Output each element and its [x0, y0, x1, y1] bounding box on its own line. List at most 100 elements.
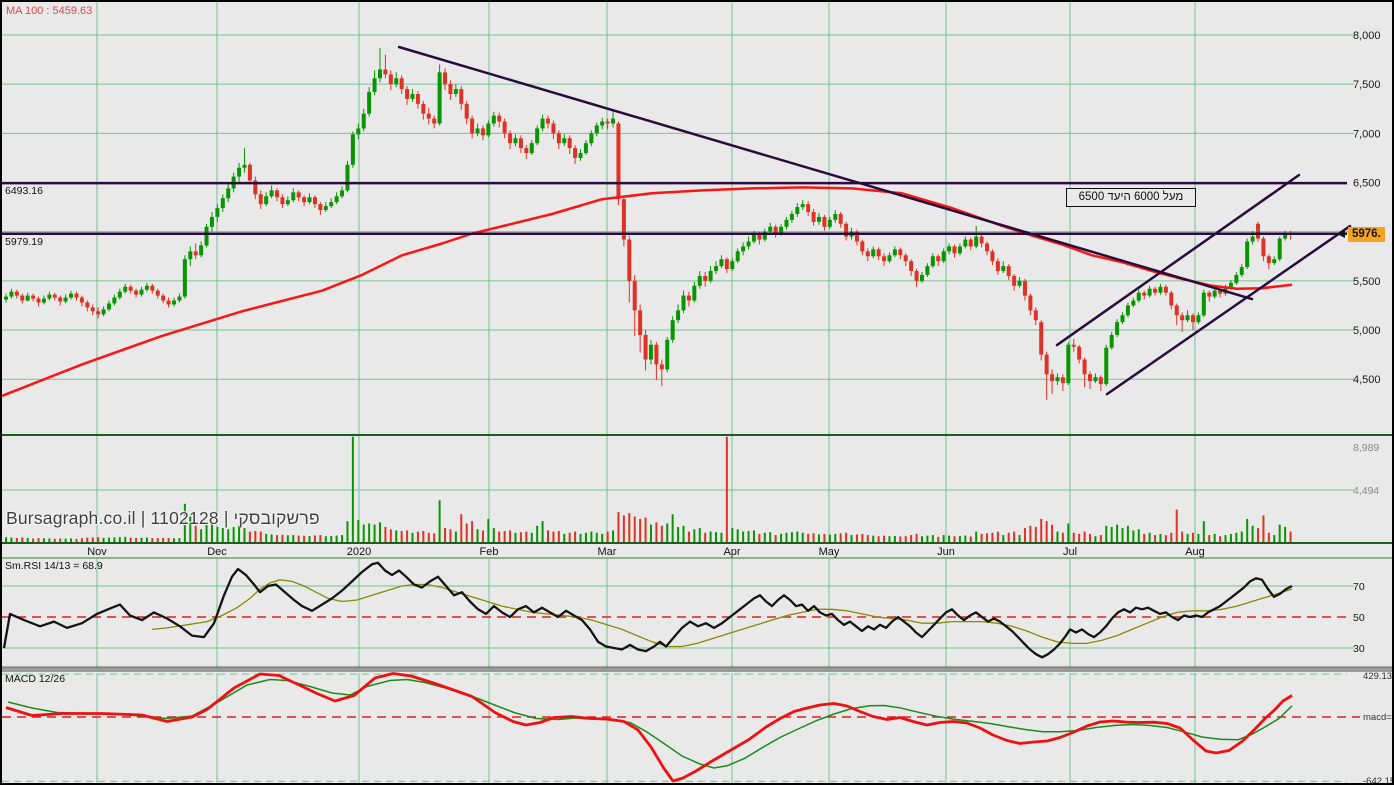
candle-body [269, 190, 274, 197]
candle-body [1277, 238, 1282, 260]
candle-body [237, 167, 242, 177]
candle-body [800, 204, 805, 208]
candle-body [312, 197, 317, 205]
candle-body [746, 241, 751, 247]
candle-body [817, 216, 821, 222]
candle-body [1039, 322, 1044, 355]
candle-body [356, 128, 361, 135]
candle-body [632, 280, 637, 311]
candle-body [134, 290, 139, 295]
descending-resistance [397, 45, 1254, 301]
candle-body [1136, 292, 1141, 301]
candle-body [388, 74, 393, 85]
price-axis-label: 5,000 [1353, 325, 1381, 337]
candle-body [784, 219, 789, 227]
candle-body [264, 196, 269, 205]
candle-body [681, 295, 686, 311]
candle-body [1098, 377, 1103, 385]
candle-body [1266, 256, 1271, 264]
candle-body [562, 138, 567, 144]
candle-body [1050, 374, 1055, 382]
candle-body [172, 300, 177, 305]
candle-body [491, 115, 496, 124]
candle-body [14, 291, 19, 296]
candle-body [947, 246, 952, 252]
candle-body [1207, 292, 1212, 297]
candle-body [275, 190, 279, 198]
candle-body [79, 297, 84, 303]
candle-body [957, 246, 962, 254]
month-axis-label: Feb [480, 546, 499, 558]
candle-body [470, 118, 475, 134]
candle-body [692, 285, 697, 301]
trendlines[interactable] [2, 45, 1352, 396]
candle-body [1245, 241, 1250, 268]
candle-body [1234, 274, 1239, 283]
candle-body [1163, 286, 1168, 293]
candle-body [865, 251, 870, 257]
candle-body [1272, 259, 1277, 264]
chart-canvas[interactable]: 8,0007,5007,0006,5006,0005,5005,0004,500… [2, 2, 1394, 785]
candle-body [464, 103, 469, 119]
candle-body [789, 213, 794, 220]
candle-body [1196, 315, 1201, 323]
candle-body [578, 153, 583, 158]
candle-body [795, 207, 800, 214]
month-axis-label: Apr [723, 546, 740, 558]
candle-body [161, 295, 166, 301]
macd-panel-lines [2, 672, 1360, 783]
candle-body [822, 216, 827, 227]
candle-body [226, 188, 231, 199]
candle-body [285, 200, 290, 205]
candle-body [63, 297, 68, 302]
price-axis-label: 4,500 [1353, 374, 1381, 386]
candle-body [85, 302, 90, 308]
candle-body [724, 259, 729, 270]
candle-body [139, 289, 144, 295]
candle-body [209, 216, 214, 227]
candle-body [25, 295, 30, 301]
candle-body [204, 226, 209, 246]
rsi-axis-label: 30 [1353, 643, 1365, 655]
candle-body [74, 293, 79, 298]
candle-body [697, 275, 702, 286]
candle-body [714, 266, 719, 272]
candle-body [394, 78, 399, 85]
candle-body [421, 103, 426, 114]
candle-body [871, 249, 876, 257]
candle-body [291, 192, 296, 201]
candle-body [909, 261, 914, 272]
candle-body [448, 84, 453, 95]
candle-body [573, 148, 578, 158]
candle-body [1180, 315, 1185, 321]
candle-body [372, 78, 377, 93]
candle-body [508, 133, 513, 144]
candle-body [1201, 292, 1206, 316]
candle-body [898, 249, 903, 256]
candle-body [1055, 377, 1060, 382]
month-axis-label: Mar [598, 546, 617, 558]
candle-body [741, 246, 746, 252]
candle-body [827, 219, 832, 227]
candle-body [480, 128, 485, 136]
candle-body [280, 197, 285, 205]
candle-body [985, 243, 990, 252]
rsi-panel-lines [2, 561, 1354, 659]
candle-body [334, 196, 339, 203]
price-axis-label: 7,000 [1353, 128, 1381, 140]
candle-body [220, 198, 225, 209]
candle-body [600, 121, 605, 126]
candle-body [1120, 315, 1125, 323]
ma100-line [2, 186, 1293, 398]
price-axis-label: 8,000 [1353, 30, 1381, 42]
candle-body [367, 92, 372, 114]
candle-body [69, 293, 74, 298]
candle-body [405, 89, 410, 99]
candle-body [193, 251, 198, 256]
candle-body [188, 251, 193, 260]
candle-body [4, 296, 8, 300]
target-annotation-box[interactable]: מעל 6000 היעד 6500 [1066, 188, 1196, 207]
candle-body [806, 204, 811, 213]
candle-body [144, 285, 149, 290]
candle-body [648, 344, 653, 360]
